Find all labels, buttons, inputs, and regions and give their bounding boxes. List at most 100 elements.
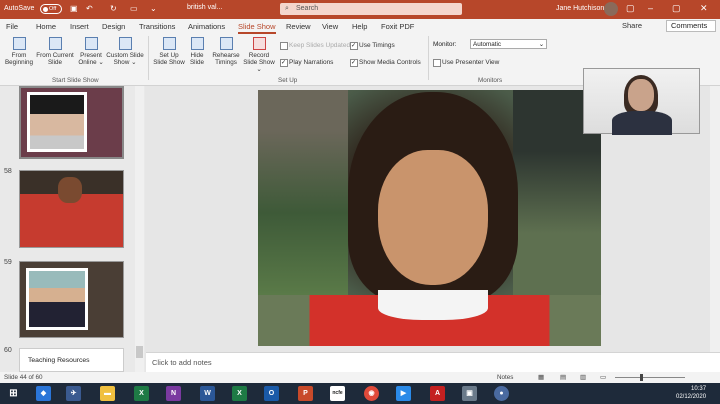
keep-slides-updated-checkbox[interactable]: Keep Slides Updated	[280, 42, 350, 50]
customize-qat-icon[interactable]: ⌄	[150, 4, 157, 13]
tab-design[interactable]: Design	[102, 22, 125, 31]
normal-view-icon[interactable]: ▦	[538, 372, 544, 383]
chrome-icon[interactable]: ◉	[364, 386, 379, 401]
rehearse-label: Rehearse Timings	[212, 52, 240, 66]
from-current-label: From Current Slide	[36, 52, 74, 66]
zoom-slider-thumb[interactable]	[640, 374, 643, 381]
search-placeholder: Search	[296, 5, 319, 12]
taskbar: ⊞ ◆ ✈ ▬ X N W X O P ncfe ◉ ▶ A ▣ ● 10:37…	[0, 383, 720, 404]
ribbon-divider	[148, 36, 149, 80]
tab-file[interactable]: File	[6, 22, 18, 31]
slideshow-view-icon[interactable]: ▭	[600, 372, 606, 383]
share-button[interactable]: Share	[622, 21, 642, 30]
hide-slide-icon	[190, 37, 204, 50]
undo-icon[interactable]: ↶	[86, 4, 93, 13]
ribbon-display-icon[interactable]: ▢	[626, 3, 635, 14]
group-monitors: Monitors	[478, 77, 503, 84]
app-icon[interactable]: ✈	[66, 386, 81, 401]
show-media-controls-checkbox[interactable]: Show Media Controls	[350, 59, 421, 67]
record-icon	[252, 37, 266, 50]
setup-icon	[162, 37, 176, 50]
reading-view-icon[interactable]: ▥	[580, 372, 586, 383]
scrollbar-thumb[interactable]	[136, 346, 143, 358]
notes-button[interactable]: Notes	[497, 372, 513, 383]
minimize-icon[interactable]: –	[648, 3, 653, 13]
present-online-button[interactable]: Present Online ⌄	[77, 37, 105, 66]
autosave-toggle[interactable]: Off	[40, 4, 62, 14]
system-clock[interactable]: 10:37 02/12/2020	[676, 385, 706, 401]
maximize-icon[interactable]: ▢	[672, 3, 681, 14]
tab-review[interactable]: Review	[286, 22, 311, 31]
group-start-slide-show: Start Slide Show	[52, 77, 99, 84]
redo-icon[interactable]: ↻	[110, 4, 117, 13]
tab-view[interactable]: View	[322, 22, 338, 31]
user-name[interactable]: Jane Hutchison	[556, 5, 604, 12]
ncfe-icon[interactable]: ncfe	[330, 386, 345, 401]
record-slide-show-button[interactable]: Record Slide Show ⌄	[241, 37, 277, 73]
hide-slide-button[interactable]: Hide Slide	[187, 37, 207, 66]
from-current-slide-button[interactable]: From Current Slide	[36, 37, 74, 66]
zoom-slider[interactable]	[615, 377, 685, 378]
excel-icon[interactable]: X	[134, 386, 149, 401]
custom-slide-show-button[interactable]: Custom Slide Show ⌄	[106, 37, 144, 66]
tab-slide-show[interactable]: Slide Show	[238, 22, 276, 34]
slide-photo-collar	[378, 290, 488, 320]
editor-scrollbar[interactable]	[710, 86, 720, 352]
tab-help[interactable]: Help	[352, 22, 367, 31]
outlook-icon[interactable]: O	[264, 386, 279, 401]
tab-home[interactable]: Home	[36, 22, 56, 31]
slide-thumbnail-60[interactable]: Teaching Resources	[19, 348, 124, 372]
ribbon-divider	[428, 36, 429, 80]
play-narrations-checkbox[interactable]: Play Narrations	[280, 59, 333, 67]
slide-sorter-icon[interactable]: ▤	[560, 372, 566, 383]
use-timings-checkbox[interactable]: Use Timings	[350, 42, 395, 50]
windows-start-icon[interactable]: ⊞	[6, 386, 21, 401]
record-label: Record Slide Show ⌄	[243, 52, 275, 73]
acrobat-icon[interactable]: A	[430, 386, 445, 401]
app-icon-3[interactable]: ●	[494, 386, 509, 401]
tab-foxit-pdf[interactable]: Foxit PDF	[381, 22, 414, 31]
tab-transitions[interactable]: Transitions	[139, 22, 175, 31]
comments-button[interactable]: Comments	[666, 20, 716, 32]
file-explorer-icon[interactable]: ▬	[100, 386, 115, 401]
slideshow-icon[interactable]: ▭	[130, 4, 138, 13]
current-slide[interactable]	[258, 90, 601, 346]
hide-slide-label: Hide Slide	[189, 52, 204, 66]
app-icon-2[interactable]: ▣	[462, 386, 477, 401]
autosave-label: AutoSave	[4, 5, 35, 12]
status-bar: Slide 44 of 60 Notes ▦ ▤ ▥ ▭	[0, 372, 720, 383]
slide-photo-face	[378, 150, 488, 285]
avatar[interactable]	[604, 2, 618, 16]
ribbon-tabs: File Home Insert Design Transitions Anim…	[0, 19, 720, 34]
rehearse-timings-button[interactable]: Rehearse Timings	[212, 37, 240, 66]
excel-icon-2[interactable]: X	[232, 386, 247, 401]
save-icon[interactable]: ▣	[70, 4, 78, 13]
dropbox-icon[interactable]: ◆	[36, 386, 51, 401]
notes-pane[interactable]: Click to add notes	[146, 352, 720, 372]
close-icon[interactable]: ✕	[700, 3, 708, 14]
slide-thumbnail-57[interactable]	[19, 86, 124, 159]
monitor-select[interactable]: Automatic ⌄	[470, 39, 547, 49]
search-input[interactable]: ⌕ Search	[280, 3, 462, 15]
word-icon[interactable]: W	[200, 386, 215, 401]
set-up-slide-show-button[interactable]: Set Up Slide Show	[152, 37, 186, 66]
zoom-icon[interactable]: ▶	[396, 386, 411, 401]
tab-animations[interactable]: Animations	[188, 22, 225, 31]
from-beginning-button[interactable]: From Beginning	[4, 37, 34, 66]
onenote-icon[interactable]: N	[166, 386, 181, 401]
use-presenter-view-checkbox[interactable]: Use Presenter View	[433, 59, 499, 67]
powerpoint-icon[interactable]: P	[298, 386, 313, 401]
present-online-label: Present Online ⌄	[78, 52, 104, 66]
thumbnail-scrollbar[interactable]	[135, 86, 144, 372]
slide-counter: Slide 44 of 60	[4, 374, 43, 381]
tab-insert[interactable]: Insert	[70, 22, 89, 31]
clock-date: 02/12/2020	[676, 394, 707, 400]
setup-label: Set Up Slide Show	[153, 52, 185, 66]
webcam-person-face	[628, 79, 654, 111]
slide-number: 60	[4, 347, 12, 354]
thumbnail-photo	[27, 92, 87, 152]
slide-thumbnail-59[interactable]	[19, 261, 124, 338]
clock-time: 10:37	[691, 386, 707, 392]
slide-thumbnail-58[interactable]	[19, 170, 124, 248]
webcam-overlay	[583, 68, 700, 135]
